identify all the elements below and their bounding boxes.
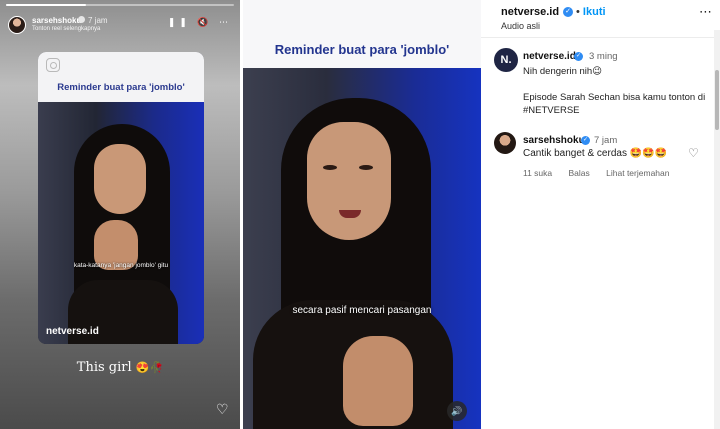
comment-time: 7 jam [594, 135, 618, 146]
avatar[interactable] [494, 132, 516, 154]
reel-video[interactable]: Reminder buat para 'jomblo' secara pasif… [243, 0, 481, 429]
comment-text-body: Cantik banget & cerdas [523, 148, 627, 159]
audio-link[interactable]: Audio asli [501, 21, 540, 31]
scrollbar-thumb[interactable] [715, 70, 719, 130]
instagram-icon [46, 58, 60, 72]
post-header: netverse.id ✓ • Ikuti Audio asli ⋯ [481, 0, 720, 38]
video-person-eye-left [323, 165, 337, 170]
more-options-icon[interactable]: ⋯ [699, 4, 713, 20]
story-reply-text: This girl 😍🥀 [0, 360, 240, 375]
reel-card-brand: netverse.id [46, 326, 99, 337]
follow-button[interactable]: Ikuti [583, 6, 606, 18]
video-person-face [307, 122, 391, 240]
caption-line: Nih dengerin nih😉 [523, 66, 603, 77]
verified-icon: ✓ [574, 52, 583, 61]
post-username[interactable]: netverse.id [501, 6, 559, 18]
post-panel: netverse.id ✓ • Ikuti Audio asli ⋯ N. ne… [481, 0, 720, 429]
verified-icon: ✓ [581, 136, 590, 145]
comment-likes[interactable]: 11 suka [523, 168, 552, 178]
story-reply-emoji: 😍🥀 [135, 361, 164, 374]
comment-text: Cantik banget & cerdas 🤩🤩🤩 [523, 148, 667, 159]
reel-card-caption: kata-katanya 'jangan jomblo' gitu [73, 262, 169, 269]
comment-meta: 11 suka Balas Lihat terjemahan [523, 168, 683, 178]
reel-card-person-face [94, 144, 146, 214]
heart-outline-icon[interactable]: ♡ [216, 401, 229, 418]
story-subtitle-link[interactable]: Tonton reel selengkapnya [32, 26, 100, 32]
story-reply-label: This girl [76, 360, 132, 375]
caption-line: Episode Sarah Sechan bisa kamu tonton di… [523, 92, 706, 116]
reel-card[interactable]: Reminder buat para 'jomblo' kata-katanya… [38, 52, 204, 344]
story-progress-fill [6, 4, 86, 6]
reel-card-title: Reminder buat para 'jomblo' [57, 82, 185, 93]
screenshot-root: sarsehshoku 7 jam Tonton reel selengkapn… [0, 0, 720, 429]
reel-card-header: Reminder buat para 'jomblo' [38, 52, 204, 102]
avatar[interactable]: N. [494, 48, 518, 72]
video-person-hand [343, 336, 413, 426]
comment-username[interactable]: sarsehshoku [523, 135, 585, 146]
follow-separator: • [576, 6, 580, 18]
video-title: Reminder buat para 'jomblo' [274, 42, 450, 57]
story-progress-bar [6, 4, 234, 6]
verified-icon [78, 16, 85, 23]
story-time: 7 jam [88, 16, 108, 25]
translate-button[interactable]: Lihat terjemahan [606, 168, 669, 178]
video-person-eye-right [359, 165, 373, 170]
follow-group: • Ikuti [576, 6, 606, 18]
story-avatar[interactable] [8, 16, 26, 34]
scrollbar[interactable] [714, 30, 720, 429]
video-subtitle: secara pasif mencari pasangan [292, 305, 432, 316]
verified-icon: ✓ [563, 7, 573, 17]
like-comment-heart-icon[interactable]: ♡ [688, 146, 699, 160]
speaker-icon[interactable]: 🔊 [447, 401, 467, 421]
reply-button[interactable]: Balas [569, 168, 590, 178]
video-title-bar: Reminder buat para 'jomblo' [243, 0, 481, 68]
story-panel[interactable]: sarsehshoku 7 jam Tonton reel selengkapn… [0, 0, 240, 429]
comment-emoji: 🤩🤩🤩 [629, 148, 668, 159]
comment-username[interactable]: netverse.id [523, 51, 576, 62]
comment-time: 3 ming [589, 51, 618, 62]
story-header: sarsehshoku 7 jam Tonton reel selengkapn… [8, 14, 232, 36]
story-username[interactable]: sarsehshoku [32, 16, 81, 25]
story-controls[interactable]: ❚❚ 🔇 ⋯ [168, 17, 232, 28]
